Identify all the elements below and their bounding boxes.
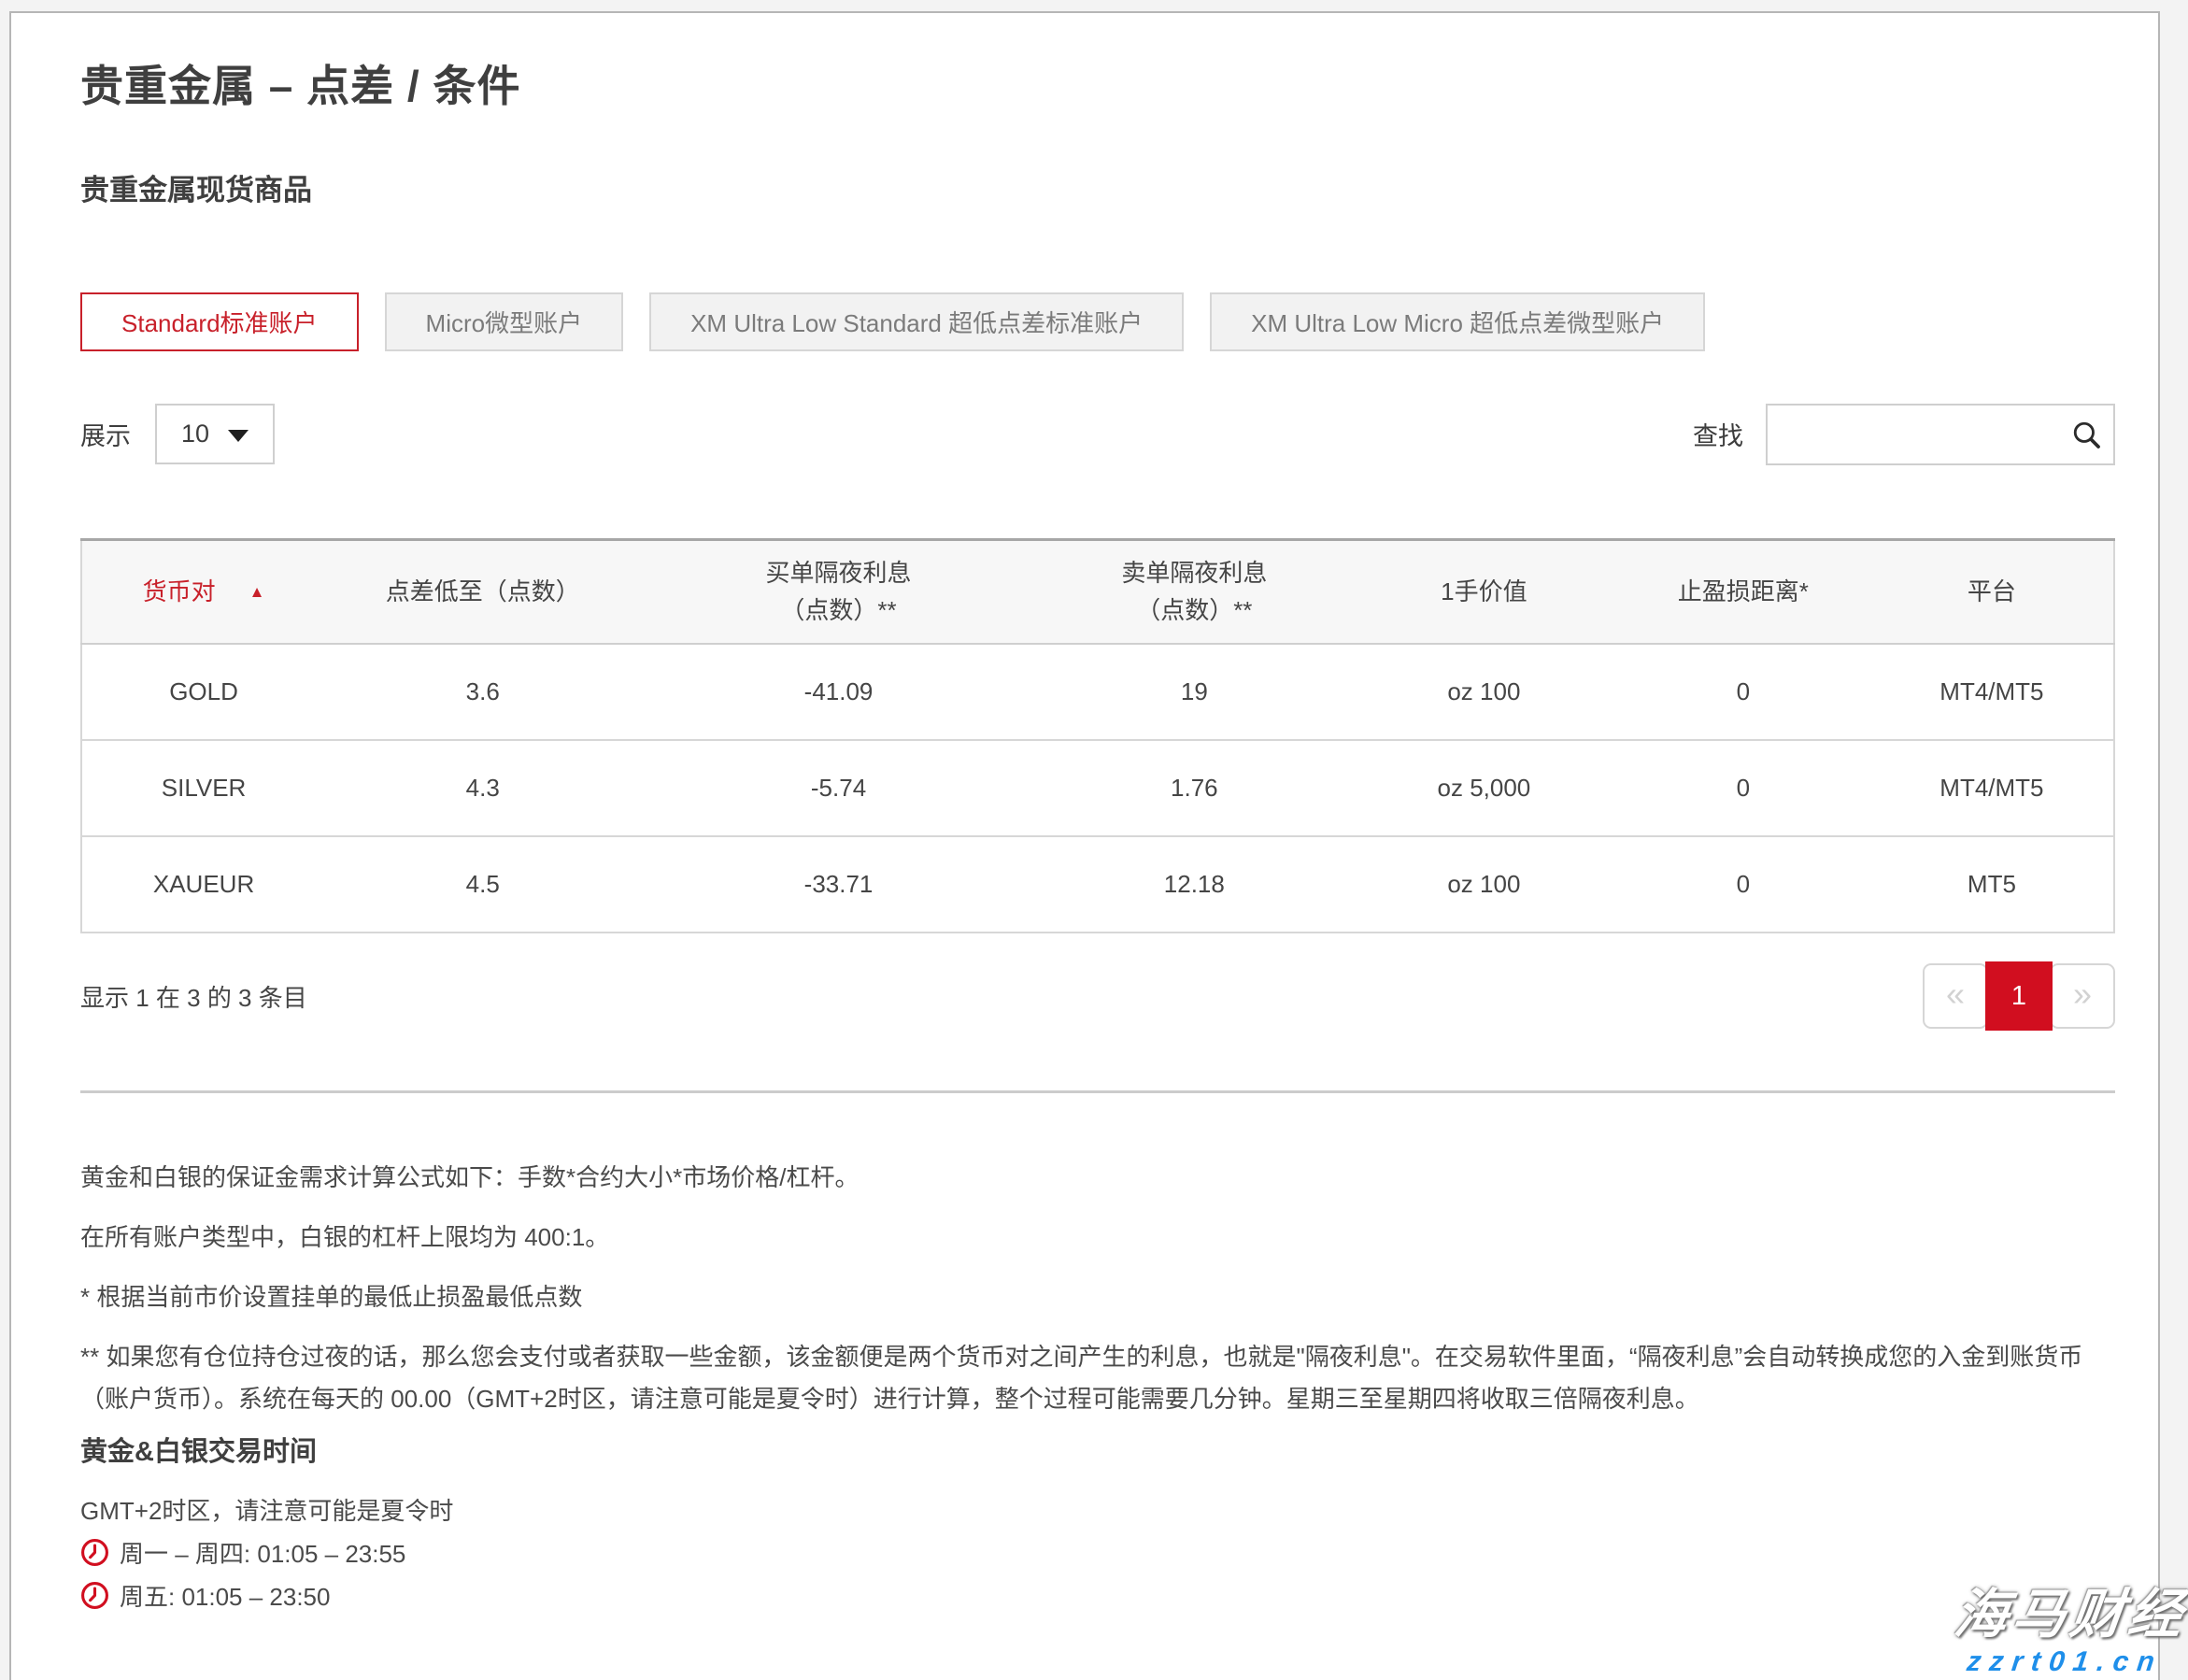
search-label: 查找	[1693, 416, 1743, 452]
swap-long-cell: -41.09	[640, 644, 1036, 740]
symbol-cell: GOLD	[81, 644, 325, 740]
table-row-gold: GOLD 3.6 -41.09 19 oz 100 0 MT4/MT5	[81, 644, 2114, 740]
swap-footnote: ** 如果您有仓位持仓过夜的话，那么您会支付或者获取一些金额，该金额便是两个货币…	[80, 1336, 2115, 1420]
search-icon	[2070, 419, 2102, 450]
trading-hours-mon-thu: 周一 – 周四: 01:05 – 23:55	[80, 1531, 2115, 1573]
margin-formula-note: 黄金和白银的保证金需求计算公式如下：手数*合约大小*市场价格/杠杆。	[80, 1157, 2115, 1199]
limit-stop-cell: 0	[1616, 644, 1870, 740]
swap-long-cell: -33.71	[640, 836, 1036, 933]
tab-ultra-low-micro-account[interactable]: XM Ultra Low Micro 超低点差微型账户	[1210, 292, 1705, 351]
column-header-swap-short[interactable]: 卖单隔夜利息 （点数）**	[1037, 539, 1352, 644]
column-header-limit-stop[interactable]: 止盈损距离*	[1616, 539, 1870, 644]
search-box	[1766, 404, 2115, 465]
table-row-silver: SILVER 4.3 -5.74 1.76 oz 5,000 0 MT4/MT5	[81, 740, 2114, 836]
pagination-page-1-button[interactable]: 1	[1985, 961, 2053, 1031]
page-size-value: 10	[181, 420, 209, 448]
search-control: 查找	[1693, 404, 2115, 465]
spreads-table: 货币对▲ 点差低至（点数） 买单隔夜利息 （点数）** 卖单隔夜利息 （点数）*…	[80, 538, 2115, 934]
spread-cell: 3.6	[325, 644, 640, 740]
table-header-row: 货币对▲ 点差低至（点数） 买单隔夜利息 （点数）** 卖单隔夜利息 （点数）*…	[81, 539, 2114, 644]
page-size-control: 展示 10	[80, 404, 275, 464]
trading-hours-fri: 周五: 01:05 – 23:50	[80, 1574, 2115, 1616]
clock-icon	[80, 1581, 109, 1610]
table-controls: 展示 10 查找	[80, 404, 2115, 465]
limit-stop-cell: 0	[1616, 740, 1870, 836]
table-footer: 显示 1 在 3 的 3 条目 « 1 »	[80, 961, 2115, 1031]
timezone-note: GMT+2时区，请注意可能是夏令时	[80, 1491, 2115, 1531]
chevron-down-icon	[228, 430, 249, 442]
swap-long-cell: -5.74	[640, 740, 1036, 836]
spread-cell: 4.3	[325, 740, 640, 836]
platform-cell: MT5	[1870, 836, 2114, 933]
platform-cell: MT4/MT5	[1870, 740, 2114, 836]
limit-stop-footnote: * 根据当前市价设置挂单的最低止损盈最低点数	[80, 1276, 2115, 1318]
search-input[interactable]	[1768, 406, 2113, 463]
lot-value-cell: oz 100	[1352, 836, 1616, 933]
tab-micro-account[interactable]: Micro微型账户	[385, 292, 624, 351]
content-card: 贵重金属 – 点差 / 条件 贵重金属现货商品 Standard标准账户 Mic…	[9, 11, 2160, 1680]
lot-value-cell: oz 5,000	[1352, 740, 1616, 836]
section-divider	[80, 1090, 2115, 1093]
limit-stop-cell: 0	[1616, 836, 1870, 933]
symbol-cell: SILVER	[81, 740, 325, 836]
swap-short-cell: 19	[1037, 644, 1352, 740]
lot-value-cell: oz 100	[1352, 644, 1616, 740]
table-row-xaueur: XAUEUR 4.5 -33.71 12.18 oz 100 0 MT5	[81, 836, 2114, 933]
page-title: 贵重金属 – 点差 / 条件	[80, 60, 2115, 114]
pagination-next-button[interactable]: »	[2050, 963, 2115, 1029]
column-header-lot-value[interactable]: 1手价值	[1352, 539, 1616, 644]
sort-ascending-icon: ▲	[249, 583, 265, 601]
clock-icon	[80, 1538, 109, 1567]
column-header-platform[interactable]: 平台	[1870, 539, 2114, 644]
page-size-label: 展示	[80, 416, 131, 452]
column-header-swap-long[interactable]: 买单隔夜利息 （点数）**	[640, 539, 1036, 644]
account-type-tabs: Standard标准账户 Micro微型账户 XM Ultra Low Stan…	[80, 292, 2115, 351]
spread-cell: 4.5	[325, 836, 640, 933]
swap-short-cell: 1.76	[1037, 740, 1352, 836]
symbol-cell: XAUEUR	[81, 836, 325, 933]
swap-short-cell: 12.18	[1037, 836, 1352, 933]
page-size-select[interactable]: 10	[155, 404, 275, 464]
platform-cell: MT4/MT5	[1870, 644, 2114, 740]
tab-standard-account[interactable]: Standard标准账户	[80, 292, 359, 351]
pagination-prev-button[interactable]: «	[1923, 963, 1988, 1029]
column-header-spread[interactable]: 点差低至（点数）	[325, 539, 640, 644]
pagination: « 1 »	[1923, 961, 2115, 1031]
trading-hours-heading: 黄金&白银交易时间	[80, 1435, 2115, 1471]
leverage-note: 在所有账户类型中，白银的杠杆上限均为 400:1。	[80, 1217, 2115, 1259]
tab-ultra-low-standard-account[interactable]: XM Ultra Low Standard 超低点差标准账户	[649, 292, 1184, 351]
entries-summary: 显示 1 在 3 的 3 条目	[80, 979, 307, 1014]
page-subtitle: 贵重金属现货商品	[80, 166, 2115, 208]
column-header-symbol[interactable]: 货币对▲	[81, 539, 325, 644]
